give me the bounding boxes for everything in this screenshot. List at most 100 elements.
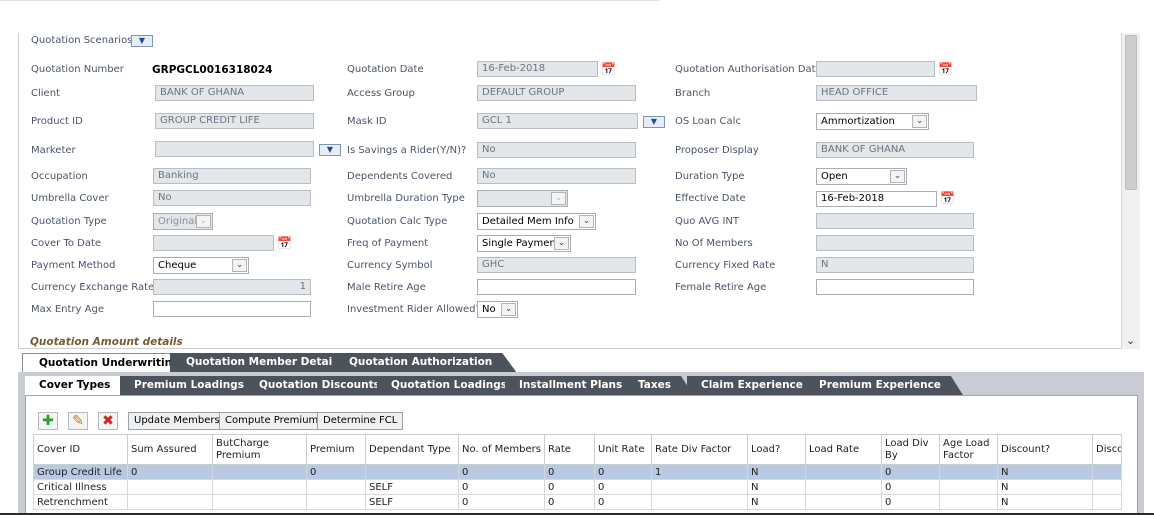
os-loan-calc-value: Ammortization <box>821 116 895 127</box>
column-header[interactable]: Rate Div Factor <box>651 434 748 465</box>
effective-date-field[interactable]: 16-Feb-2018 <box>816 191 937 207</box>
amount-details-header: Quotation Amount details <box>30 336 183 348</box>
table-cell: N <box>997 479 1093 495</box>
column-header[interactable]: Cover ID <box>33 434 128 465</box>
column-header[interactable]: Dependant Type <box>365 434 459 465</box>
max-entry-field[interactable] <box>153 301 311 317</box>
determine-fcl-button[interactable]: Determine FCL <box>317 412 404 430</box>
table-cell: 0 <box>127 464 213 480</box>
column-header[interactable]: Load? <box>747 434 806 465</box>
table-cell <box>306 494 366 510</box>
payment-method-select[interactable]: Cheque ⌄ <box>153 257 249 274</box>
column-header[interactable]: Load Div By <box>881 434 940 465</box>
table-cell <box>127 479 213 495</box>
table-cell: N <box>747 494 806 510</box>
column-header[interactable]: ButCharge Premium <box>212 434 307 465</box>
chevron-down-icon[interactable]: ⌄ <box>551 192 566 205</box>
investment-rider-label: Investment Rider Allowed? <box>347 304 481 315</box>
os-loan-calc-select[interactable]: Ammortization ⌄ <box>816 113 929 130</box>
table-cell: 0 <box>594 479 652 495</box>
chevron-down-icon[interactable]: ⌄ <box>890 170 905 183</box>
table-cell: N <box>997 464 1093 480</box>
scrollbar-thumb[interactable] <box>1125 35 1137 190</box>
table-cell <box>939 479 998 495</box>
female-retire-field[interactable] <box>816 279 974 295</box>
column-header[interactable]: Unit Rate <box>594 434 652 465</box>
table-cell: 0 <box>594 494 652 510</box>
top-divider <box>0 0 660 1</box>
quotation-type-value: Original <box>158 216 198 227</box>
cover-to-date-field <box>153 235 274 251</box>
chevron-down-icon[interactable]: ⌄ <box>501 303 516 316</box>
chevron-down-icon[interactable]: ⌄ <box>579 215 594 228</box>
freq-payment-value: Single Payment <box>482 238 560 249</box>
client-label: Client <box>31 88 60 99</box>
table-cell <box>651 494 748 510</box>
subtab-premium-loadings[interactable]: Premium Loadings <box>120 376 266 395</box>
quotation-number-value: GRPGCL0016318024 <box>152 64 273 76</box>
marketer-label: Marketer <box>31 145 76 156</box>
no-members-label: No Of Members <box>675 238 753 249</box>
investment-rider-select[interactable]: No ⌄ <box>477 301 518 318</box>
marketer-dropdown-icon[interactable]: ▼ <box>319 144 341 156</box>
column-header[interactable]: Sum Assured <box>127 434 213 465</box>
umbrella-duration-select[interactable]: ⌄ <box>477 190 568 207</box>
subtab-premium-experience[interactable]: Premium Experience <box>805 376 963 395</box>
chevron-down-icon[interactable]: ⌄ <box>1126 334 1135 347</box>
subtab-taxes[interactable]: Taxes <box>624 376 693 395</box>
table-cell: 0 <box>306 464 366 480</box>
quotation-type-label: Quotation Type <box>31 216 107 227</box>
chevron-down-icon[interactable]: ⌄ <box>554 237 569 250</box>
column-header[interactable]: Discou <box>1092 434 1122 465</box>
table-cell <box>212 464 307 480</box>
currency-symbol-label: Currency Symbol <box>347 260 433 271</box>
form-scrollbar[interactable]: ⌄ <box>1121 33 1140 349</box>
table-cell: SELF <box>365 479 459 495</box>
column-header[interactable]: No. of Members <box>458 434 545 465</box>
update-members-button[interactable]: Update Members <box>128 412 226 430</box>
subtab-installment-plans[interactable]: Installment Plans <box>505 376 644 395</box>
table-row[interactable]: Group Credit Life 0 0 0 0 0 1 N 0 N <box>33 464 1122 480</box>
subtab-cover-types[interactable]: Cover Types <box>25 376 132 395</box>
duration-type-select[interactable]: Open ⌄ <box>816 168 907 185</box>
add-icon[interactable]: ✚ <box>38 412 58 430</box>
access-group-label: Access Group <box>347 88 415 99</box>
quotation-type-select[interactable]: Original ⌄ <box>153 213 213 230</box>
calendar-icon[interactable]: 📅 <box>940 191 955 205</box>
freq-payment-select[interactable]: Single Payment ⌄ <box>477 235 571 252</box>
payment-method-label: Payment Method <box>31 260 116 271</box>
table-row[interactable]: Critical Illness SELF 0 0 0 N 0 N <box>33 479 1122 495</box>
table-cell: 0 <box>544 464 595 480</box>
compute-premium-button[interactable]: Compute Premium <box>219 412 325 430</box>
client-field: BANK OF GHANA <box>155 85 314 101</box>
table-cell: Critical Illness <box>33 479 128 495</box>
calc-type-select[interactable]: Detailed Mem Info ⌄ <box>477 213 596 230</box>
freq-payment-label: Freq of Payment <box>347 238 429 249</box>
edit-icon[interactable]: ✎ <box>68 412 88 430</box>
calc-type-label: Quotation Calc Type <box>347 216 448 227</box>
chevron-down-icon[interactable]: ⌄ <box>912 115 927 128</box>
no-members-field <box>816 235 974 251</box>
mask-id-dropdown-icon[interactable]: ▼ <box>643 116 665 128</box>
column-header[interactable]: Load Rate <box>805 434 882 465</box>
column-header[interactable]: Rate <box>544 434 595 465</box>
scenarios-dropdown-icon[interactable]: ▼ <box>131 35 153 47</box>
column-header[interactable]: Discount? <box>997 434 1093 465</box>
chevron-down-icon[interactable]: ⌄ <box>232 259 247 272</box>
investment-rider-value: No <box>482 304 496 315</box>
tab-quotation-authorization[interactable]: Quotation Authorization <box>333 353 516 372</box>
male-retire-field[interactable] <box>477 279 636 295</box>
proposer-display-field: BANK OF GHANA <box>816 142 974 158</box>
table-cell: N <box>747 479 806 495</box>
calendar-icon: 📅 <box>277 236 292 250</box>
delete-icon[interactable]: ✖ <box>98 412 118 430</box>
column-header[interactable]: Age Load Factor <box>939 434 998 465</box>
chevron-down-icon[interactable]: ⌄ <box>196 215 211 228</box>
column-header[interactable]: Premium <box>306 434 366 465</box>
table-cell <box>805 464 882 480</box>
dependents-covered-label: Dependents Covered <box>347 171 453 182</box>
table-cell <box>306 479 366 495</box>
table-row[interactable]: Retrenchment SELF 0 0 0 N 0 N <box>33 494 1122 510</box>
table-cell: Retrenchment <box>33 494 128 510</box>
subtab-claim-experience[interactable]: Claim Experience <box>687 376 825 395</box>
